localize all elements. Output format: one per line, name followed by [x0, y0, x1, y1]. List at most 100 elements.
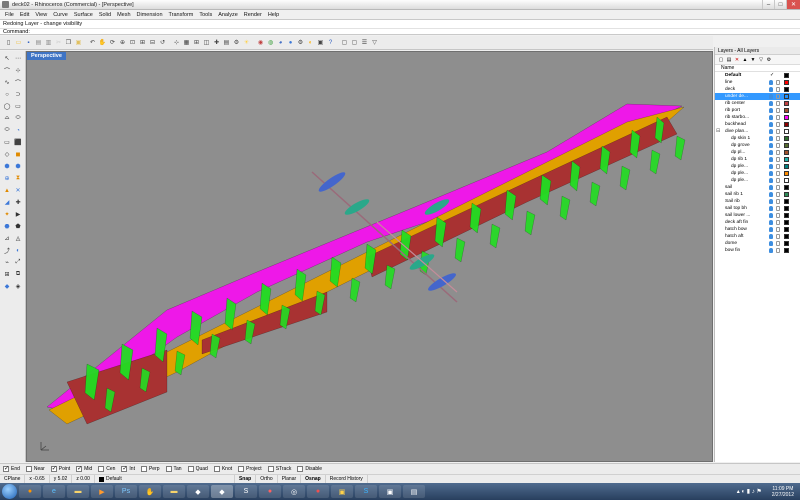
layer-row[interactable]: line [715, 79, 800, 86]
hand-task-icon[interactable]: ✋ [139, 485, 161, 498]
layer-color-swatch[interactable] [784, 150, 789, 155]
points-icon[interactable]: ✚ [212, 38, 221, 47]
transform-icon[interactable]: ⤴ [2, 246, 12, 255]
window-icon[interactable]: ▢ [340, 38, 349, 47]
layer-row[interactable]: dp ple... [715, 170, 800, 177]
new-sublayer-icon[interactable]: ▤ [726, 57, 732, 63]
settings-icon[interactable]: ☰ [360, 38, 369, 47]
osnap-knot[interactable]: Knot [213, 466, 232, 472]
extrude-icon[interactable]: ▲ [2, 186, 12, 195]
lock-icon[interactable] [776, 185, 780, 190]
palette-tool-20-icon[interactable]: ◈ [13, 282, 23, 291]
layer-row[interactable]: ⊟ dive plan... [715, 128, 800, 135]
visibility-bulb-icon[interactable] [769, 192, 773, 197]
layer-color-swatch[interactable] [784, 94, 789, 99]
menu-transform[interactable]: Transform [166, 12, 197, 18]
layer-color-swatch[interactable] [784, 129, 789, 134]
palette-tool-7-icon[interactable]: ◔ [13, 126, 23, 135]
visibility-bulb-icon[interactable] [769, 143, 773, 148]
viewport-title-tab[interactable]: Perspective [27, 52, 66, 60]
osnap-tan[interactable]: Tan [165, 466, 182, 472]
layer-row[interactable]: under de... [715, 93, 800, 100]
analyze-icon[interactable]: ◆ [2, 282, 12, 291]
move-up-icon[interactable]: ▲ [742, 57, 748, 63]
close-icon[interactable]: ✕ [786, 0, 800, 9]
palette-tool-1-icon[interactable]: ⋯ [13, 54, 23, 63]
lock-icon[interactable] [776, 171, 780, 176]
menu-view[interactable]: View [32, 12, 50, 18]
menu-analyze[interactable]: Analyze [215, 12, 241, 18]
palette-tool-3-icon[interactable]: ⌒ [13, 78, 23, 87]
palette-tool-10-icon[interactable]: ⬢ [13, 162, 23, 171]
layer-row[interactable]: deck aft fin [715, 219, 800, 226]
lock-icon[interactable] [776, 192, 780, 197]
visibility-bulb-icon[interactable] [769, 206, 773, 211]
layer-row[interactable]: Default ✓ [715, 72, 800, 79]
zoom-extents-icon[interactable]: ⊞ [138, 38, 147, 47]
visibility-bulb-icon[interactable] [769, 234, 773, 239]
copy-icon[interactable]: ❐ [64, 38, 73, 47]
osnap-checkbox[interactable] [3, 465, 9, 472]
palette-tool-5-icon[interactable]: ▭ [13, 102, 23, 111]
visibility-bulb-icon[interactable] [769, 178, 773, 183]
layer-color-swatch[interactable] [784, 136, 789, 141]
layer-row[interactable]: hatch aft [715, 233, 800, 240]
layer-row[interactable]: Sail rib [715, 198, 800, 205]
visibility-bulb-icon[interactable] [769, 136, 773, 141]
pan-icon[interactable]: ✋ [98, 38, 107, 47]
osnap-quad[interactable]: Quad [187, 466, 208, 472]
visibility-bulb-icon[interactable] [769, 150, 773, 155]
firefox-task-icon[interactable]: ● [19, 485, 41, 498]
visibility-bulb-icon[interactable] [769, 87, 773, 92]
osnap-mid[interactable]: Mid [76, 465, 92, 472]
tray-icons[interactable]: ▴ ◐ ▮ ♪ ⚑ [737, 488, 762, 495]
lock-icon[interactable] [776, 94, 780, 99]
lock-icon[interactable] [776, 101, 780, 106]
curve-icon[interactable]: ∿ [2, 78, 12, 87]
menu-surface[interactable]: Surface [71, 12, 96, 18]
boolean-icon[interactable]: ⊕ [2, 174, 12, 183]
palette-tool-12-icon[interactable]: ✕ [13, 186, 23, 195]
layer-row[interactable]: rib port [715, 107, 800, 114]
start-button[interactable] [2, 484, 17, 499]
lock-icon[interactable] [776, 136, 780, 141]
window2-icon[interactable]: ▢ [350, 38, 359, 47]
layer-row[interactable]: dp grove [715, 142, 800, 149]
layer-row[interactable]: bow fin [715, 247, 800, 254]
palette-tool-9-icon[interactable]: ◼ [13, 150, 23, 159]
loft-icon[interactable]: ◢ [2, 198, 12, 207]
layer-row[interactable]: deck [715, 86, 800, 93]
rotate-view-icon[interactable]: ⟳ [108, 38, 117, 47]
visibility-bulb-icon[interactable] [769, 101, 773, 106]
layer-color-swatch[interactable] [784, 185, 789, 190]
options-icon[interactable]: ⚙ [296, 38, 305, 47]
s-app-task-icon[interactable]: S [235, 485, 257, 498]
lock-icon[interactable] [776, 143, 780, 148]
rectangle-icon[interactable]: ▭ [2, 138, 12, 147]
layer-color-swatch[interactable] [784, 143, 789, 148]
lock-icon[interactable] [776, 178, 780, 183]
move-down-icon[interactable]: ▼ [750, 57, 756, 63]
rhino-active-task-icon[interactable]: ◆ [211, 485, 233, 498]
layer-row[interactable]: rib center [715, 100, 800, 107]
osnap-strack[interactable]: STrack [267, 466, 291, 472]
layer-color-swatch[interactable] [784, 206, 789, 211]
lock-icon[interactable] [776, 157, 780, 162]
layer-row[interactable]: sail [715, 184, 800, 191]
layer-color-swatch[interactable] [784, 241, 789, 246]
collapse-icon[interactable]: ⊟ [716, 128, 720, 135]
layer-color-swatch[interactable] [784, 192, 789, 197]
layer-color-swatch[interactable] [784, 234, 789, 239]
undo-icon[interactable]: ↶ [88, 38, 97, 47]
visibility-bulb-icon[interactable] [769, 241, 773, 246]
osnap-checkbox[interactable] [121, 465, 127, 472]
layer-color-swatch[interactable] [784, 115, 789, 120]
delete-layer-icon[interactable]: ✕ [734, 57, 740, 63]
visibility-bulb-icon[interactable] [769, 171, 773, 176]
menu-render[interactable]: Render [241, 12, 265, 18]
palette-tool-11-icon[interactable]: ⧗ [13, 174, 23, 183]
palette-tool-16-icon[interactable]: ◬ [13, 234, 23, 243]
osnap-checkbox[interactable] [187, 466, 194, 472]
move-icon[interactable]: ⌁ [2, 258, 12, 267]
layer-row[interactable]: dp rib 1 [715, 156, 800, 163]
